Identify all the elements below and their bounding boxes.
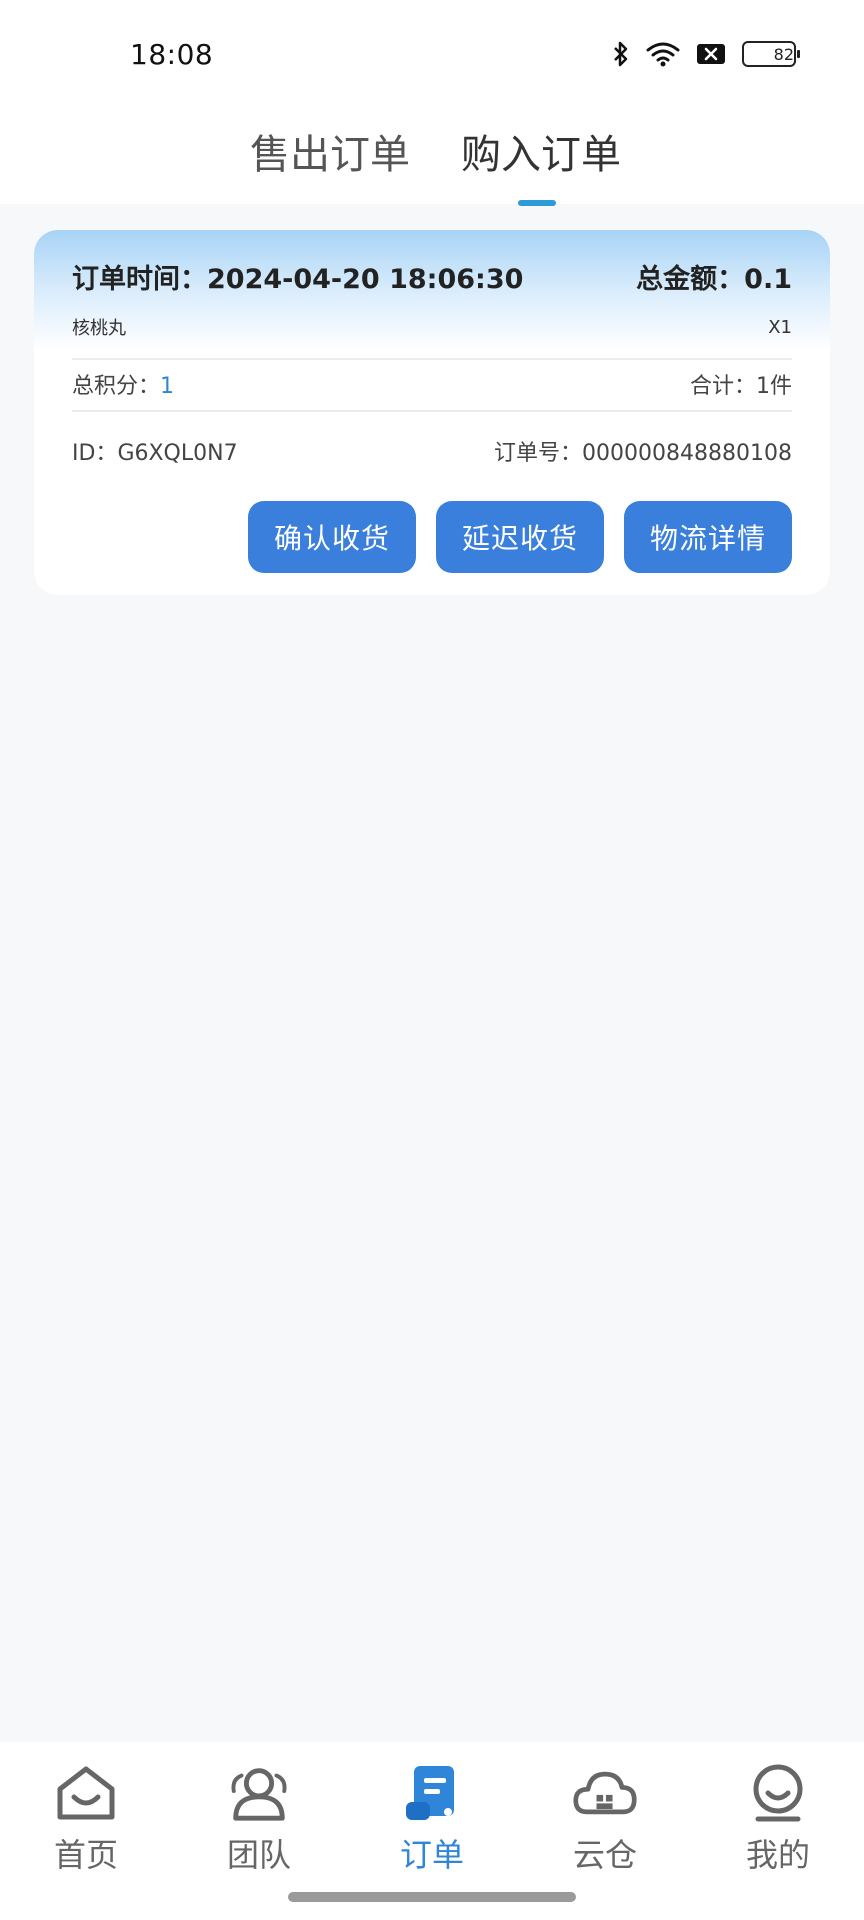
nav-label-order: 订单: [399, 1836, 464, 1874]
nav-label-team: 团队: [226, 1836, 291, 1874]
order-total-label: 总金额：: [636, 263, 745, 295]
order-actions: 确认收货 延迟收货 物流详情: [248, 501, 792, 573]
order-time: 订单时间：2024-04-20 18:06:30: [72, 257, 523, 296]
delay-receipt-button[interactable]: 延迟收货: [436, 501, 604, 573]
item-count-label: 合计：: [689, 374, 756, 399]
nav-item-order[interactable]: 订单: [372, 1760, 492, 1880]
product-name: 核桃丸: [72, 318, 126, 339]
battery-icon: 82: [742, 41, 800, 67]
nav-item-cloud-warehouse[interactable]: 云仓: [545, 1760, 665, 1880]
nav-item-team[interactable]: 团队: [199, 1760, 319, 1880]
order-number-label: 订单号：: [494, 441, 583, 466]
order-time-label: 订单时间：: [72, 263, 207, 295]
order-card[interactable]: 订单时间：2024-04-20 18:06:30 总金额：0.1 核桃丸 X1 …: [34, 230, 830, 595]
profile-icon: [745, 1760, 811, 1826]
logistics-details-button[interactable]: 物流详情: [624, 501, 792, 573]
nav-item-me[interactable]: 我的: [718, 1760, 838, 1880]
ids-row: ID：G6XQL0N7 订单号：000000848880108: [72, 410, 792, 490]
status-time: 18:08: [130, 38, 214, 71]
product-row: 核桃丸 X1: [72, 310, 792, 344]
wifi-icon: [646, 41, 680, 67]
nav-item-home[interactable]: 首页: [26, 1760, 146, 1880]
item-count-value: 1件: [756, 374, 792, 399]
status-icons: 82: [612, 40, 800, 68]
order-time-value: 2024-04-20 18:06:30: [207, 263, 524, 295]
order-number: 订单号：000000848880108: [494, 435, 792, 467]
total-points-value: 1: [160, 374, 175, 399]
battery-level: 82: [773, 44, 794, 64]
bluetooth-icon: [612, 40, 630, 68]
notification-x-icon: [696, 41, 726, 67]
points-row: 总积分：1 合计：1件: [72, 358, 792, 408]
tab-bought-orders[interactable]: 购入订单: [461, 122, 621, 180]
order-tabs: 售出订单 购入订单: [0, 108, 864, 206]
order-id: ID：G6XQL0N7: [72, 435, 238, 467]
active-tab-indicator: [518, 200, 556, 206]
tab-sold-orders[interactable]: 售出订单: [250, 122, 410, 180]
order-header-row: 订单时间：2024-04-20 18:06:30 总金额：0.1: [72, 252, 792, 300]
team-icon: [226, 1760, 292, 1826]
nav-label-home: 首页: [53, 1836, 118, 1874]
confirm-receipt-button[interactable]: 确认收货: [248, 501, 416, 573]
order-id-value: G6XQL0N7: [117, 441, 238, 466]
item-count: 合计：1件: [690, 368, 792, 400]
order-number-value: 000000848880108: [582, 441, 792, 466]
order-total: 总金额：0.1: [636, 257, 792, 296]
order-icon: [399, 1760, 465, 1826]
order-id-label: ID：: [72, 441, 118, 466]
nav-label-me: 我的: [745, 1836, 810, 1874]
status-bar: 18:08 82: [0, 0, 864, 108]
nav-label-cloud-warehouse: 云仓: [572, 1836, 637, 1874]
product-quantity: X1: [768, 316, 792, 338]
order-total-value: 0.1: [744, 263, 792, 295]
cloud-warehouse-icon: [572, 1760, 638, 1826]
home-icon: [53, 1760, 119, 1826]
total-points-label: 总积分：: [72, 374, 161, 399]
total-points: 总积分：1: [72, 368, 174, 400]
home-indicator[interactable]: [288, 1892, 576, 1902]
